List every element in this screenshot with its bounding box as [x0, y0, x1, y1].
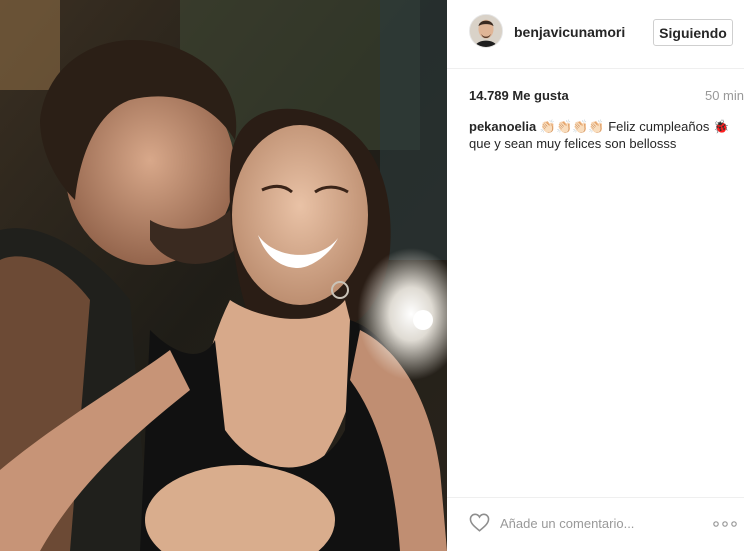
ladybug-emoji: 🐞: [712, 119, 730, 134]
more-options-icon[interactable]: [713, 521, 737, 527]
following-button[interactable]: Siguiendo: [653, 19, 733, 46]
comment-bar: [447, 497, 744, 552]
likes-count[interactable]: 14.789 Me gusta: [469, 88, 569, 103]
selfie-image: [0, 0, 447, 551]
avatar[interactable]: [469, 14, 503, 48]
post-header: benjavicunamori Siguiendo: [447, 0, 744, 69]
caption-username[interactable]: pekanoelia: [469, 119, 536, 134]
caption-comment: pekanoelia 👏🏻👏🏻👏🏻👏🏻 Feliz cumpleaños 🐞 qu…: [469, 118, 735, 152]
post-sidebar: benjavicunamori Siguiendo 14.789 Me gust…: [447, 0, 744, 551]
post-photo[interactable]: [0, 0, 447, 551]
likes-row: 14.789 Me gusta 50 min: [469, 88, 744, 106]
add-comment-input[interactable]: [500, 512, 700, 534]
post-timestamp[interactable]: 50 min: [705, 88, 744, 103]
clap-emoji: 👏🏻👏🏻👏🏻👏🏻: [539, 119, 605, 134]
heart-icon[interactable]: [469, 513, 490, 532]
caption-text-1: Feliz cumpleaños: [604, 119, 713, 134]
username-link[interactable]: benjavicunamori: [514, 24, 625, 40]
caption-text-2: que y sean muy felices son bellosss: [469, 136, 677, 151]
